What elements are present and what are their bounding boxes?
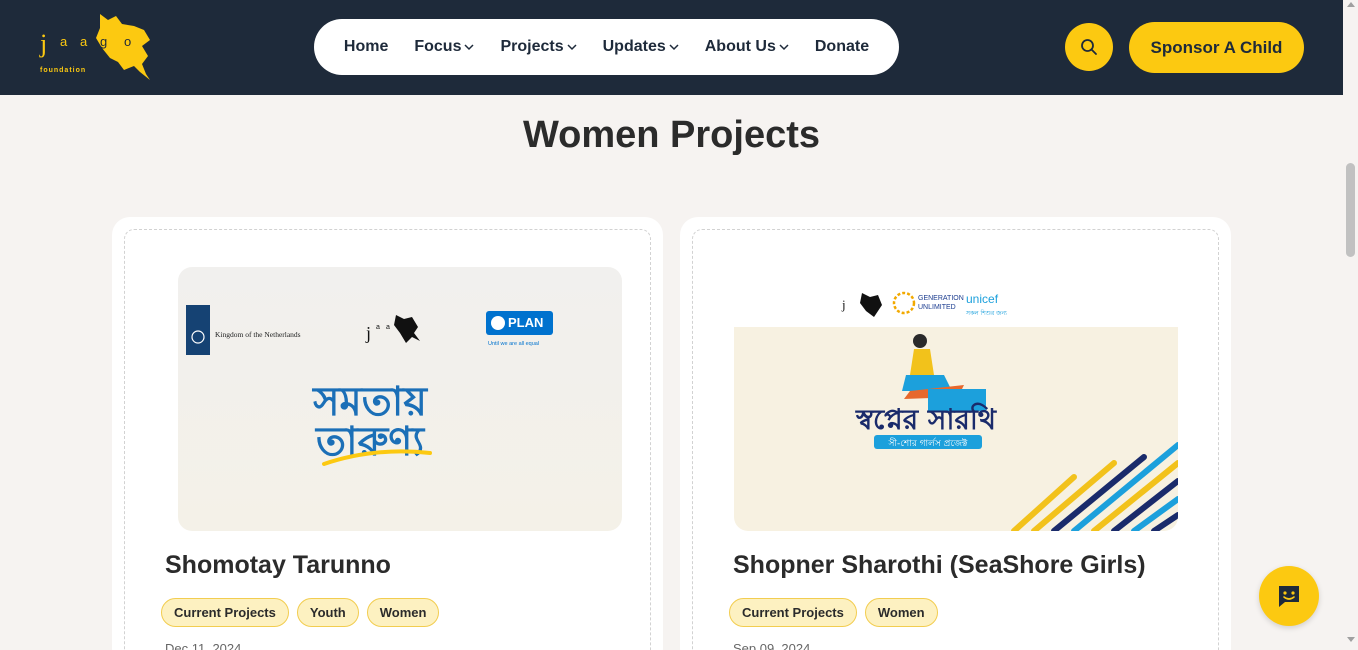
svg-text:a: a — [60, 34, 68, 49]
chevron-down-icon — [567, 44, 577, 51]
svg-text:j: j — [365, 323, 371, 343]
chat-icon — [1279, 586, 1299, 607]
partner-generation-line-2: UNLIMITED — [918, 304, 956, 311]
partner-generation-line-1: GENERATION — [918, 295, 964, 302]
main-nav: Home Focus Projects Updates About Us Don… — [314, 19, 899, 75]
card-date: Dec 11, 2024 — [165, 641, 242, 650]
project-card[interactable]: Kingdom of the Netherlands j a a PLAN Un… — [112, 217, 663, 650]
project-image[interactable]: j GENERATION UNLIMITED unicef সকল শিশুর … — [734, 267, 1178, 531]
project-image[interactable]: Kingdom of the Netherlands j a a PLAN Un… — [178, 267, 622, 531]
partner-unicef-sub: সকল শিশুর জন্য — [965, 310, 1007, 317]
scroll-down-arrow-icon[interactable] — [1347, 637, 1355, 642]
tag-current-projects[interactable]: Current Projects — [161, 598, 289, 627]
nav-about-us-label: About Us — [704, 38, 776, 55]
tag-women[interactable]: Women — [864, 598, 938, 627]
nav-about-us[interactable]: About Us — [692, 38, 802, 56]
nav-home[interactable]: Home — [331, 38, 401, 56]
partner-plan-tagline: Until we are all equal — [488, 341, 539, 347]
card-title[interactable]: Shopner Sharothi (SeaShore Girls) — [733, 551, 1146, 580]
nav-donate[interactable]: Donate — [802, 38, 882, 56]
tag-women[interactable]: Women — [366, 598, 440, 627]
bengali-subtitle: সী-শোর গার্লস প্রজেক্ট — [887, 437, 968, 449]
svg-text:a: a — [376, 324, 380, 331]
tag-list: Current Projects Youth Women — [161, 598, 440, 627]
chevron-down-icon — [779, 44, 789, 51]
tag-current-projects[interactable]: Current Projects — [729, 598, 857, 627]
card-date: Sep 09, 2024 — [733, 641, 811, 650]
site-header: j a a g o foundation Home Focus Projects… — [0, 0, 1343, 95]
page-title: Women Projects — [522, 114, 821, 156]
nav-updates[interactable]: Updates — [590, 38, 692, 56]
tag-youth[interactable]: Youth — [296, 598, 359, 627]
card-border: j GENERATION UNLIMITED unicef সকল শিশুর … — [692, 229, 1219, 650]
nav-home-label: Home — [343, 38, 389, 55]
scroll-up-arrow-icon[interactable] — [1347, 2, 1355, 7]
chat-button[interactable] — [1259, 566, 1319, 626]
bengali-title-line-2: তারুণ্য — [314, 419, 425, 465]
nav-projects-label: Projects — [500, 38, 564, 55]
partner-unicef-text: unicef — [966, 292, 999, 306]
sponsor-a-child-button[interactable]: Sponsor A Child — [1129, 22, 1304, 73]
partner-plan-text: PLAN — [508, 315, 543, 330]
bengali-title: স্বপ্নের সারথি — [855, 402, 997, 436]
svg-text:j: j — [841, 297, 846, 312]
chevron-down-icon — [464, 44, 475, 51]
chevron-down-icon — [669, 44, 679, 51]
svg-text:a: a — [80, 34, 88, 49]
nav-focus-label: Focus — [414, 38, 462, 55]
card-border: Kingdom of the Netherlands j a a PLAN Un… — [124, 229, 651, 650]
nav-donate-label: Donate — [814, 38, 870, 55]
scroll-thumb[interactable] — [1346, 163, 1355, 257]
page-scrollbar[interactable] — [1343, 0, 1358, 650]
svg-text:a: a — [386, 324, 390, 331]
nav-updates-label: Updates — [602, 38, 666, 55]
search-button[interactable] — [1065, 23, 1113, 71]
svg-text:o: o — [124, 34, 131, 49]
nav-projects[interactable]: Projects — [487, 38, 589, 56]
jaago-logo[interactable]: j a a g o foundation — [38, 12, 153, 82]
card-title[interactable]: Shomotay Tarunno — [165, 551, 391, 580]
nav-focus[interactable]: Focus — [401, 38, 487, 56]
tag-list: Current Projects Women — [729, 598, 938, 627]
partner-netherlands-text: Kingdom of the Netherlands — [215, 330, 301, 339]
search-icon — [1081, 39, 1097, 55]
svg-text:g: g — [100, 34, 107, 49]
svg-text:j: j — [39, 29, 47, 58]
svg-text:foundation: foundation — [40, 67, 86, 74]
project-card[interactable]: j GENERATION UNLIMITED unicef সকল শিশুর … — [680, 217, 1231, 650]
